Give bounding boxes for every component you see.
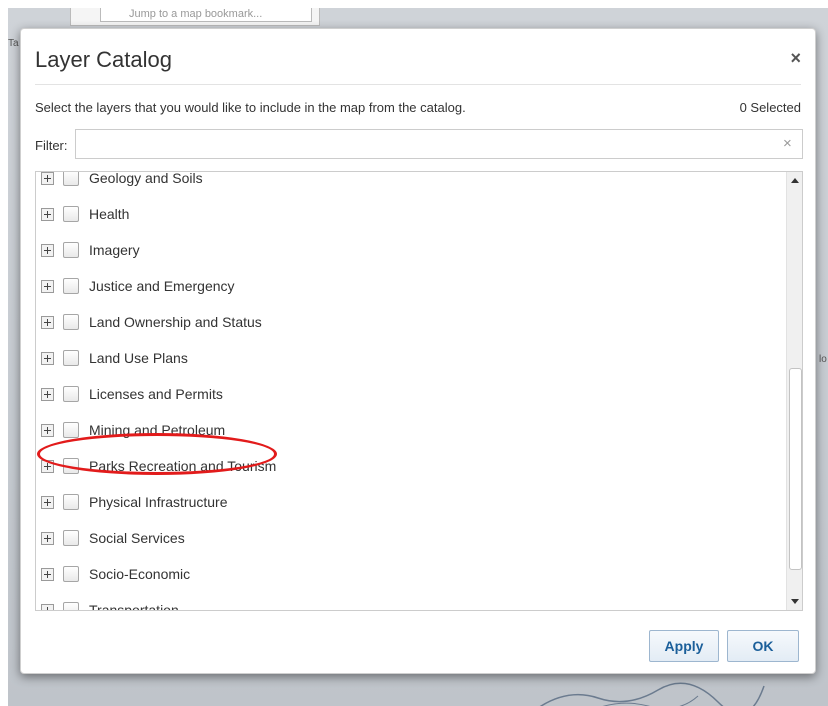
expand-icon[interactable]: [41, 207, 54, 221]
expand-icon[interactable]: [41, 351, 54, 365]
layer-checkbox[interactable]: [63, 242, 79, 258]
list-item[interactable]: Parks Recreation and Tourism: [36, 448, 786, 484]
list-item[interactable]: Imagery: [36, 232, 786, 268]
list-item[interactable]: Physical Infrastructure: [36, 484, 786, 520]
list-item[interactable]: Health: [36, 196, 786, 232]
expand-icon[interactable]: [41, 495, 54, 509]
list-item[interactable]: Socio-Economic: [36, 556, 786, 592]
layer-checkbox[interactable]: [63, 458, 79, 474]
list-item[interactable]: Transportation: [36, 592, 786, 611]
layer-label: Land Use Plans: [89, 350, 188, 366]
filter-input[interactable]: [75, 129, 803, 159]
selected-count: 0 Selected: [739, 100, 801, 115]
layer-checkbox[interactable]: [63, 386, 79, 402]
bookmark-search-input[interactable]: Jump to a map bookmark...: [100, 8, 312, 22]
expand-icon[interactable]: [41, 279, 54, 293]
map-edge-label-left: Ta: [8, 38, 19, 49]
layer-label: Parks Recreation and Tourism: [89, 458, 277, 474]
layer-list: Geology and Soils Health Imagery Justice…: [35, 171, 803, 611]
layer-label: Physical Infrastructure: [89, 494, 228, 510]
map-edge-label-right: lo: [819, 354, 827, 365]
layer-checkbox[interactable]: [63, 172, 79, 186]
layer-checkbox[interactable]: [63, 530, 79, 546]
layer-checkbox[interactable]: [63, 494, 79, 510]
expand-icon[interactable]: [41, 172, 54, 185]
clear-icon[interactable]: ×: [783, 135, 792, 152]
layer-label: Land Ownership and Status: [89, 314, 262, 330]
layer-checkbox[interactable]: [63, 422, 79, 438]
filter-label: Filter:: [35, 138, 68, 153]
layer-checkbox[interactable]: [63, 278, 79, 294]
expand-icon[interactable]: [41, 567, 54, 581]
layer-checkbox[interactable]: [63, 206, 79, 222]
scroll-down-arrow-icon[interactable]: [787, 593, 802, 610]
ok-button[interactable]: OK: [727, 630, 799, 662]
layer-label: Mining and Petroleum: [89, 422, 226, 438]
layer-label: Socio-Economic: [89, 566, 191, 582]
layer-checkbox[interactable]: [63, 566, 79, 582]
list-item[interactable]: Geology and Soils: [36, 171, 786, 196]
layer-label: Geology and Soils: [89, 171, 203, 186]
expand-icon[interactable]: [41, 423, 54, 437]
list-item[interactable]: Licenses and Permits: [36, 376, 786, 412]
layer-catalog-dialog: Layer Catalog × Select the layers that y…: [20, 28, 816, 674]
layer-checkbox[interactable]: [63, 602, 79, 610]
list-item[interactable]: Land Ownership and Status: [36, 304, 786, 340]
layer-label: Justice and Emergency: [89, 278, 235, 294]
expand-icon[interactable]: [41, 243, 54, 257]
expand-icon[interactable]: [41, 459, 54, 473]
scroll-thumb[interactable]: [789, 368, 802, 570]
layer-list-items: Geology and Soils Health Imagery Justice…: [36, 171, 786, 611]
scroll-up-arrow-icon[interactable]: [787, 172, 802, 189]
close-icon[interactable]: ×: [790, 49, 801, 67]
title-divider: [35, 84, 801, 85]
layer-label: Social Services: [89, 530, 185, 546]
expand-icon[interactable]: [41, 603, 54, 610]
expand-icon[interactable]: [41, 531, 54, 545]
instructions-text: Select the layers that you would like to…: [35, 100, 466, 115]
layer-label: Transportation: [89, 602, 179, 611]
list-item[interactable]: Justice and Emergency: [36, 268, 786, 304]
list-item[interactable]: Land Use Plans: [36, 340, 786, 376]
apply-button[interactable]: Apply: [649, 630, 719, 662]
layer-checkbox[interactable]: [63, 314, 79, 330]
layer-label: Imagery: [89, 242, 140, 258]
expand-icon[interactable]: [41, 315, 54, 329]
expand-icon[interactable]: [41, 387, 54, 401]
layer-label: Licenses and Permits: [89, 386, 223, 402]
list-scrollbar[interactable]: [786, 172, 802, 610]
dialog-title: Layer Catalog: [35, 47, 172, 72]
list-item[interactable]: Social Services: [36, 520, 786, 556]
layer-label: Health: [89, 206, 130, 222]
list-item-mining-and-petroleum[interactable]: Mining and Petroleum: [36, 412, 786, 448]
layer-checkbox[interactable]: [63, 350, 79, 366]
